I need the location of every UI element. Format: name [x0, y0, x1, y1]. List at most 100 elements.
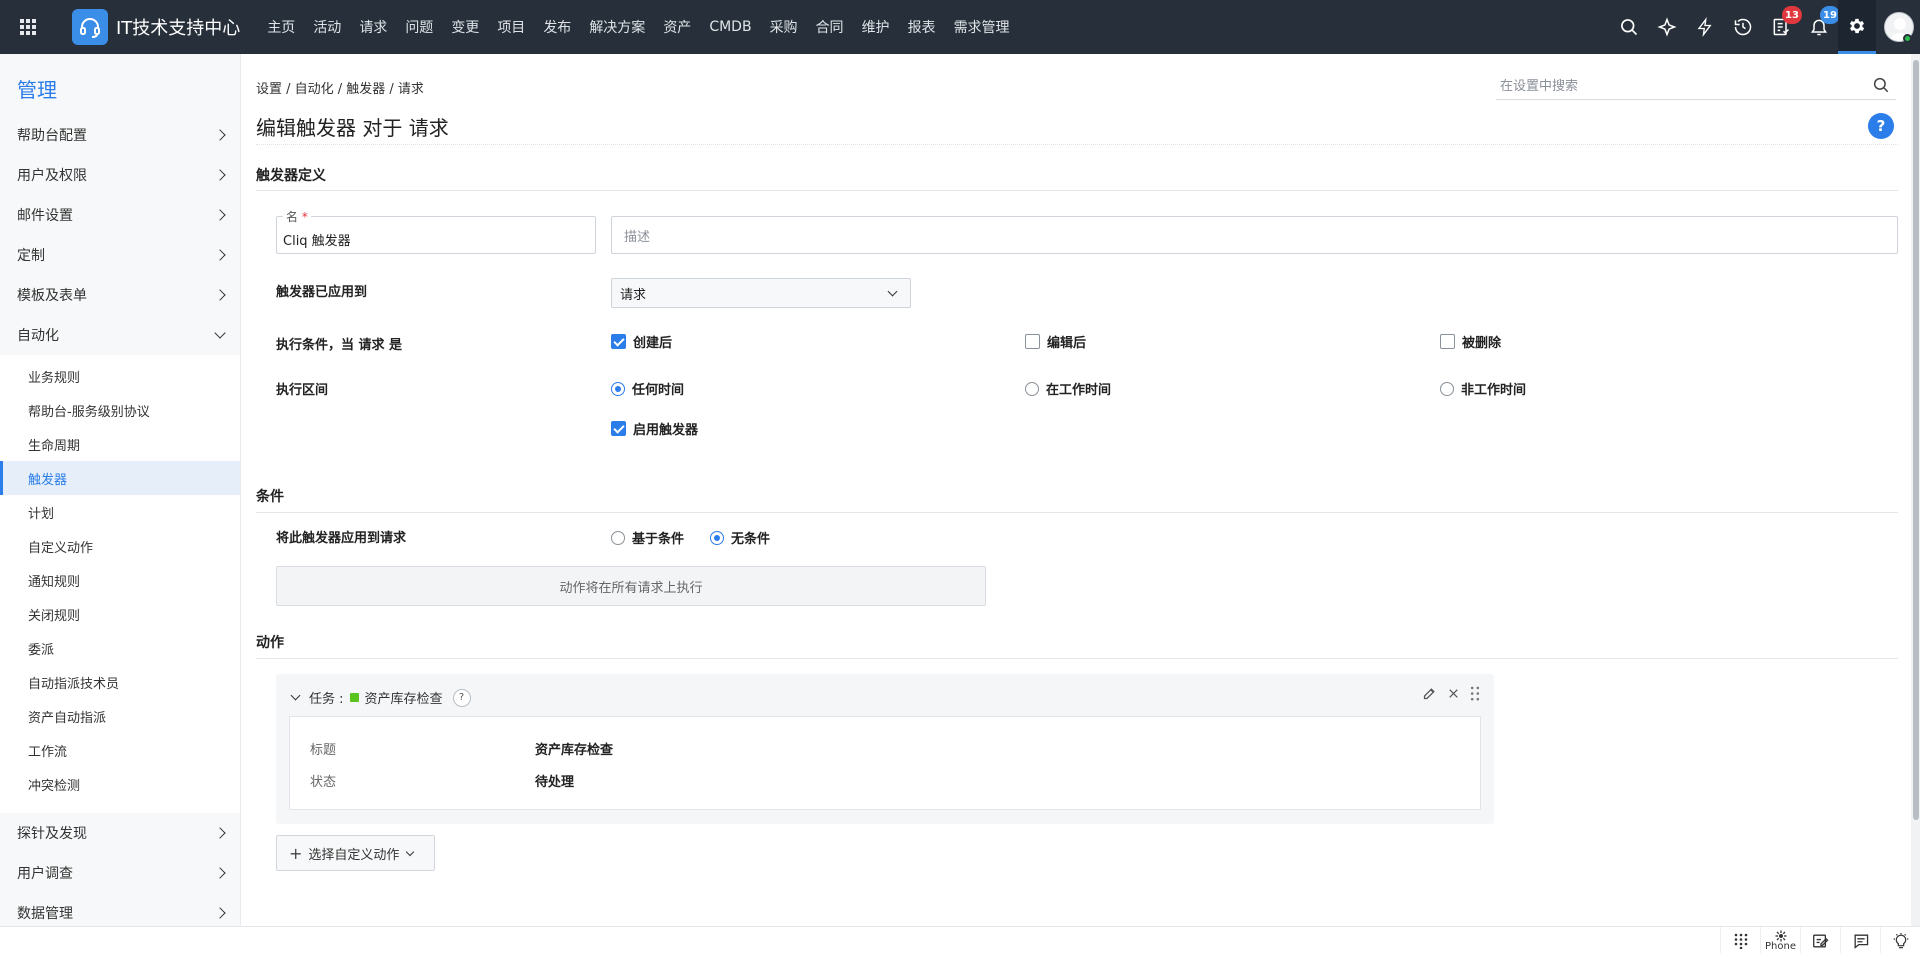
radio-unselected[interactable]	[1025, 381, 1039, 396]
sidebar-item-triggers[interactable]: 触发器	[0, 461, 240, 495]
radio-any-time[interactable]: 任何时间	[611, 379, 684, 398]
sidebar-item-auto-assign-technician[interactable]: 自动指派技术员	[0, 665, 240, 699]
scrollbar-thumb[interactable]	[1913, 60, 1919, 820]
nav-home[interactable]: 主页	[258, 17, 304, 37]
chevron-down-icon[interactable]	[290, 690, 301, 701]
history-icon	[1734, 18, 1752, 36]
radio-non-working-hours[interactable]: 非工作时间	[1440, 379, 1526, 398]
sidebar-item-asset-auto-assign[interactable]: 资产自动指派	[0, 699, 240, 733]
sidebar-group-customization[interactable]: 定制	[0, 235, 240, 275]
trigger-name-value: Cliq 触发器	[283, 234, 351, 249]
nav-purchase[interactable]: 采购	[761, 17, 807, 37]
sidebar-item-conflict-detection[interactable]: 冲突检测	[0, 767, 240, 801]
sidebar-item-workflows[interactable]: 工作流	[0, 733, 240, 767]
sidebar-group-users[interactable]: 用户及权限	[0, 155, 240, 195]
status-color-dot	[349, 693, 359, 702]
sidebar-group-survey[interactable]: 用户调查	[0, 853, 240, 893]
checkbox-unchecked[interactable]	[1025, 334, 1040, 349]
phone-button[interactable]: Phone	[1760, 927, 1800, 953]
dialpad-button[interactable]	[1720, 927, 1760, 953]
radio-selected[interactable]	[710, 530, 724, 545]
sidebar-group-helpdesk[interactable]: 帮助台配置	[0, 115, 240, 155]
sidebar-group-automation[interactable]: 自动化	[0, 315, 240, 355]
settings-search-input[interactable]: 在设置中搜索	[1496, 70, 1896, 100]
checkbox-checked[interactable]	[611, 421, 626, 436]
search-button[interactable]	[1610, 0, 1648, 54]
radio-unselected[interactable]	[611, 530, 625, 545]
nav-projects[interactable]: 项目	[488, 17, 534, 37]
nav-requests[interactable]: 请求	[350, 17, 396, 37]
ai-assist-button[interactable]	[1648, 0, 1686, 54]
notes-button[interactable]	[1800, 927, 1840, 953]
nav-activities[interactable]: 活动	[304, 17, 350, 37]
chevron-right-icon	[214, 169, 226, 181]
sidebar-title: 管理	[17, 78, 57, 102]
nav-cmdb[interactable]: CMDB	[700, 19, 760, 35]
checkbox-checked[interactable]	[611, 334, 626, 349]
checkbox-after-edit[interactable]: 编辑后	[1025, 332, 1086, 351]
radio-based-on-criteria[interactable]: 基于条件	[611, 528, 684, 547]
chat-button[interactable]	[1840, 927, 1880, 953]
settings-button[interactable]	[1838, 0, 1876, 54]
checkbox-after-create[interactable]: 创建后	[611, 332, 672, 351]
sidebar-group-mail[interactable]: 邮件设置	[0, 195, 240, 235]
nav-solutions[interactable]: 解决方案	[580, 17, 654, 37]
app-launcher-button[interactable]	[0, 0, 56, 54]
brand[interactable]: IT技术支持中心	[72, 9, 258, 45]
select-custom-action-button[interactable]: + 选择自定义动作	[276, 835, 435, 871]
search-icon[interactable]	[1872, 76, 1890, 94]
sparkle-icon	[1657, 17, 1677, 37]
sidebar-item-business-rules[interactable]: 业务规则	[0, 359, 240, 393]
action-type: 任务 :	[309, 692, 344, 707]
sidebar-item-sla[interactable]: 帮助台-服务级别协议	[0, 393, 240, 427]
checkbox-unchecked[interactable]	[1440, 334, 1455, 349]
radio-unselected[interactable]	[1440, 381, 1454, 396]
ideas-button[interactable]	[1880, 927, 1920, 953]
chevron-down-icon	[214, 327, 226, 339]
sidebar-group-label: 自动化	[17, 328, 59, 344]
nav-changes[interactable]: 变更	[442, 17, 488, 37]
detail-value-status: 待处理	[535, 775, 575, 790]
sidebar-item-notification-rules[interactable]: 通知规则	[0, 563, 240, 597]
action-card-details: 标题 资产库存检查 状态 待处理	[289, 716, 1481, 810]
nav-demand[interactable]: 需求管理	[945, 17, 1019, 37]
plus-icon: +	[289, 843, 303, 863]
detail-key-title: 标题	[310, 743, 337, 758]
sidebar-item-custom-actions[interactable]: 自定义动作	[0, 529, 240, 563]
sidebar-item-lifecycle[interactable]: 生命周期	[0, 427, 240, 461]
drag-handle-icon[interactable]	[1470, 686, 1480, 701]
radio-working-hours[interactable]: 在工作时间	[1025, 379, 1111, 398]
nav-assets[interactable]: 资产	[654, 17, 700, 37]
execution-condition-label: 执行条件，当 请求 是	[276, 338, 403, 353]
tasks-button[interactable]: 13	[1762, 0, 1802, 54]
radio-no-criteria[interactable]: 无条件	[710, 528, 770, 547]
breadcrumb[interactable]: 设置 / 自动化 / 触发器 / 请求	[256, 78, 424, 97]
help-button[interactable]: ?	[1868, 113, 1894, 139]
action-card-header[interactable]: 任务 : 资产库存检查 ?	[290, 688, 471, 707]
notifications-button[interactable]: 19	[1800, 0, 1840, 54]
sidebar-group-templates[interactable]: 模板及表单	[0, 275, 240, 315]
sidebar-item-delegation[interactable]: 委派	[0, 631, 240, 665]
checkbox-enable-trigger[interactable]: 启用触发器	[611, 419, 698, 438]
edit-icon[interactable]	[1422, 686, 1437, 701]
trigger-name-field[interactable]: 名 * Cliq 触发器	[276, 208, 596, 254]
checkbox-deleted[interactable]: 被删除	[1440, 332, 1501, 351]
history-button[interactable]	[1724, 0, 1762, 54]
quick-actions-button[interactable]	[1686, 0, 1724, 54]
sidebar-group-probes[interactable]: 探针及发现	[0, 813, 240, 853]
close-icon[interactable]	[1447, 687, 1460, 700]
admin-sidebar: 管理 帮助台配置 用户及权限 邮件设置 定制 模板及表单 自动化 业务规则 帮助…	[0, 54, 241, 953]
action-help-icon[interactable]: ?	[452, 688, 471, 707]
sidebar-item-closure-rules[interactable]: 关闭规则	[0, 597, 240, 631]
nav-maintenance[interactable]: 维护	[853, 17, 899, 37]
applied-to-select[interactable]: 请求	[611, 278, 911, 308]
nav-problems[interactable]: 问题	[396, 17, 442, 37]
nav-reports[interactable]: 报表	[899, 17, 945, 37]
top-bar: IT技术支持中心 主页 活动 请求 问题 变更 项目 发布 解决方案 资产 CM…	[0, 0, 1920, 54]
nav-releases[interactable]: 发布	[534, 17, 580, 37]
sidebar-item-schedules[interactable]: 计划	[0, 495, 240, 529]
divider	[256, 144, 1898, 145]
description-field[interactable]: 描述	[611, 216, 1898, 254]
radio-selected[interactable]	[611, 381, 625, 396]
nav-contracts[interactable]: 合同	[807, 17, 853, 37]
